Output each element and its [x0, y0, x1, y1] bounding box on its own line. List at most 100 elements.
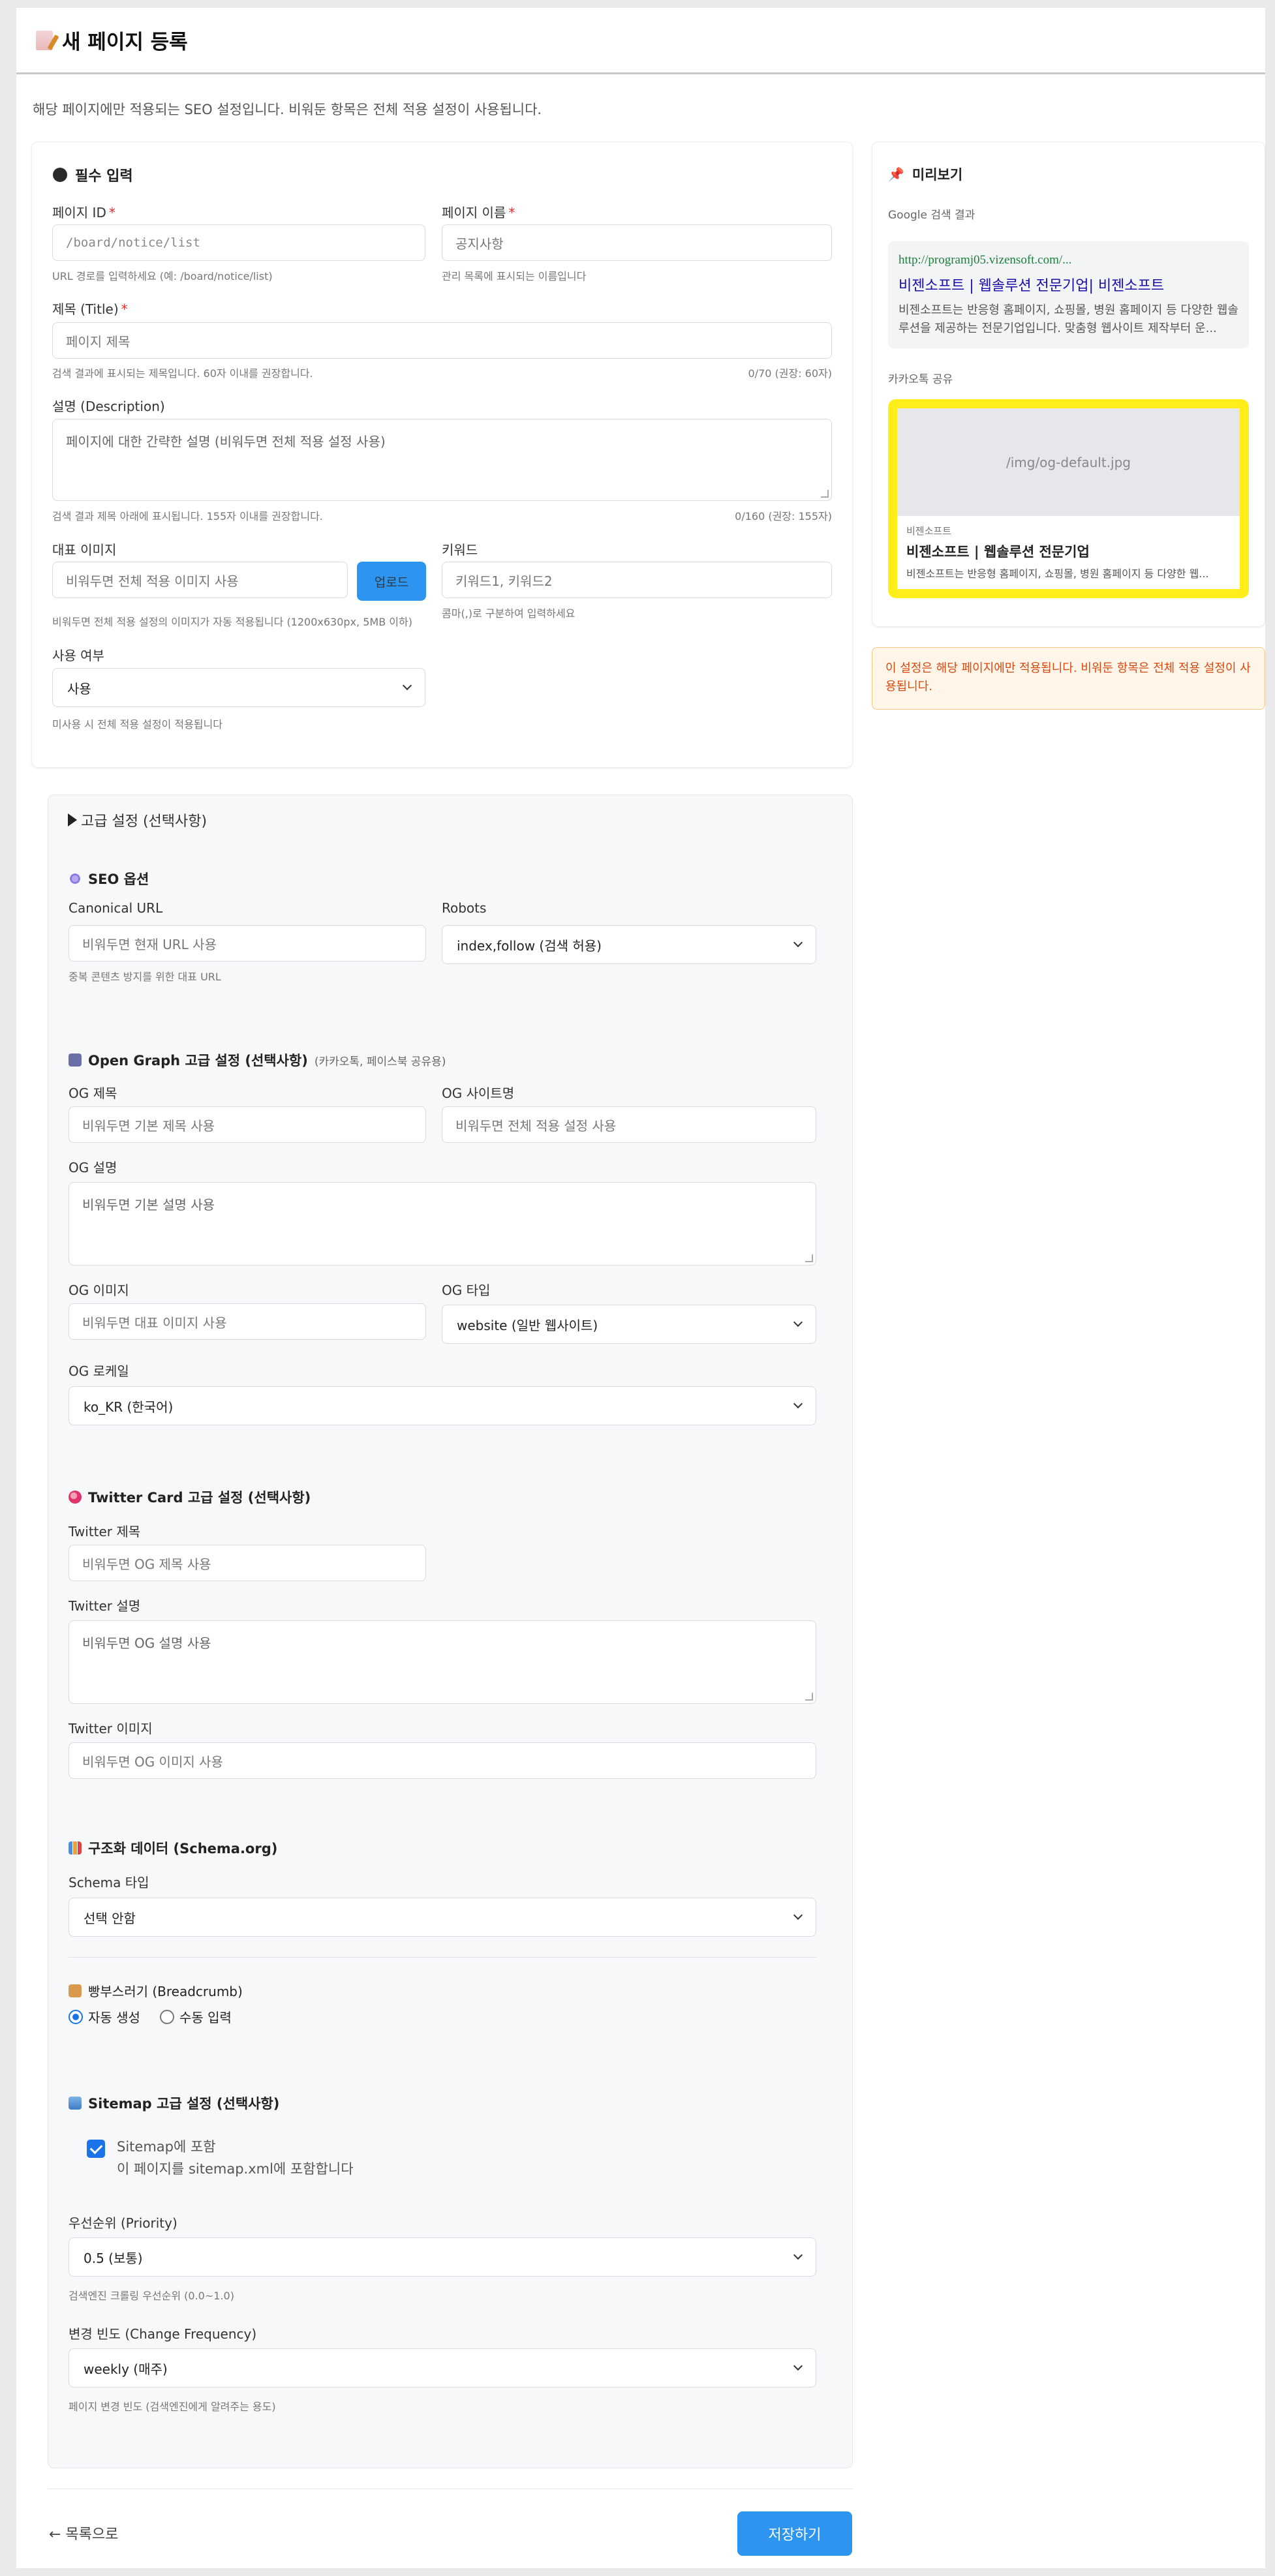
- og-type-select[interactable]: website (일반 웹사이트): [442, 1305, 816, 1344]
- og-type-label: OG 타입: [442, 1282, 491, 1298]
- sitemap-section-title: Sitemap 고급 설정 (선택사항): [69, 2093, 279, 2113]
- kakao-preview-site: 비젠소프트: [906, 525, 952, 537]
- schema-section-title: 구조화 데이터 (Schema.org): [69, 1838, 277, 1858]
- image-label: 대표 이미지: [52, 542, 117, 558]
- save-button[interactable]: 저장하기: [737, 2511, 852, 2556]
- bar-chart-icon: [69, 1841, 82, 1855]
- sitemap-include-label: Sitemap에 포함: [117, 2139, 216, 2155]
- kakao-preview-title: 비젠소프트 | 웹솔루션 전문기업: [906, 544, 1090, 560]
- chevron-down-icon: [793, 1399, 803, 1409]
- image-help: 비워두면 전체 적용 설정의 이미지가 자동 적용됩니다 (1200x630px…: [52, 616, 412, 628]
- advanced-summary-toggle[interactable]: 고급 설정 (선택사항): [68, 810, 207, 830]
- page-title: 새 페이지 등록: [36, 25, 188, 55]
- schema-divider: [69, 1957, 816, 1958]
- seo-options-title: SEO 옵션: [69, 869, 149, 888]
- canonical-label: Canonical URL: [69, 900, 163, 916]
- required-title-text: 필수 입력: [75, 168, 133, 185]
- seo-title-label: 제목 (Title) *: [52, 301, 128, 317]
- priority-select-value: 0.5 (보통): [84, 2250, 143, 2266]
- og-section-title: Open Graph 고급 설정 (선택사항) (카카오톡, 페이스북 공유용): [69, 1050, 446, 1070]
- use-select-value: 사용: [67, 680, 91, 697]
- og-locale-label: OG 로케일: [69, 1363, 129, 1379]
- breadcrumb-title: 빵부스러기 (Breadcrumb): [69, 1981, 243, 2000]
- og-image-input[interactable]: 비워두면 대표 이미지 사용: [69, 1303, 426, 1340]
- description-count: 0/160 (권장: 155자): [735, 510, 832, 523]
- chevron-down-icon: [793, 937, 803, 948]
- priority-select[interactable]: 0.5 (보통): [69, 2237, 816, 2277]
- intro-text: 해당 페이지에만 적용되는 SEO 설정입니다. 비워둔 항목은 전체 적용 설…: [33, 102, 542, 117]
- canonical-input[interactable]: 비워두면 현재 URL 사용: [69, 925, 426, 962]
- breadcrumb-manual-label: 수동 입력: [179, 2010, 232, 2025]
- page-title-text: 새 페이지 등록: [62, 31, 188, 54]
- radio-checked-icon: [69, 2009, 83, 2024]
- google-preview-desc: 비젠소프트는 반응형 홈페이지, 쇼핑몰, 병원 홈페이지 등 다양한 웹솔루션…: [899, 303, 1238, 335]
- image-input[interactable]: 비워두면 전체 적용 이미지 사용: [52, 562, 348, 598]
- twitter-desc-label: Twitter 설명: [69, 1598, 141, 1614]
- canonical-help: 중복 콘텐츠 방지를 위한 대표 URL: [69, 971, 221, 983]
- page-id-label: 페이지 ID *: [52, 205, 115, 220]
- schema-type-label: Schema 타입: [69, 1875, 149, 1890]
- google-preview-label: Google 검색 결과: [888, 209, 975, 222]
- keywords-input[interactable]: 키워드1, 키워드2: [442, 562, 832, 598]
- kakao-preview-desc: 비젠소프트는 반응형 홈페이지, 쇼핑몰, 병원 홈페이지 등 다양한 웹...: [906, 568, 1209, 580]
- description-label: 설명 (Description): [52, 399, 165, 414]
- map-icon: [69, 2097, 82, 2110]
- description-textarea[interactable]: 페이지에 대한 간략한 설명 (비워두면 전체 적용 설정 사용): [52, 419, 832, 501]
- twitter-title-input[interactable]: 비워두면 OG 제목 사용: [69, 1545, 426, 1581]
- og-site-label: OG 사이트명: [442, 1085, 515, 1101]
- preview-title: 📌 미리보기: [888, 166, 963, 183]
- page-id-input[interactable]: /board/notice/list: [52, 224, 425, 261]
- upload-button[interactable]: 업로드: [357, 562, 426, 601]
- breadcrumb-manual-radio[interactable]: 수동 입력: [160, 2007, 232, 2026]
- og-desc-textarea[interactable]: 비워두면 기본 설명 사용: [69, 1182, 816, 1265]
- og-desc-label: OG 설명: [69, 1160, 117, 1175]
- circle-icon: [53, 168, 67, 182]
- twitter-image-label: Twitter 이미지: [69, 1721, 153, 1736]
- kakao-preview-label: 카카오톡 공유: [888, 373, 953, 386]
- robots-select-value: index,follow (검색 허용): [457, 937, 602, 954]
- page-id-help: URL 경로를 입력하세요 (예: /board/notice/list): [52, 270, 273, 282]
- chevron-down-icon: [793, 2250, 803, 2260]
- book-icon: [69, 1053, 82, 1067]
- seo-title-input[interactable]: 페이지 제목: [52, 322, 832, 359]
- twitter-section-title: Twitter Card 고급 설정 (선택사항): [69, 1487, 311, 1507]
- triangle-right-icon: [68, 813, 77, 826]
- twitter-title-label: Twitter 제목: [69, 1524, 141, 1539]
- breadcrumb-auto-label: 자동 생성: [88, 2010, 140, 2025]
- page-name-input[interactable]: 공지사항: [442, 224, 832, 261]
- sitemap-include-sub: 이 페이지를 sitemap.xml에 포함합니다: [117, 2161, 354, 2177]
- use-select[interactable]: 사용: [52, 668, 425, 707]
- keywords-help: 콤마(,)로 구분하여 입력하세요: [442, 607, 576, 620]
- schema-type-select-value: 선택 안함: [84, 1910, 136, 1926]
- og-title-input[interactable]: 비워두면 기본 제목 사용: [69, 1106, 426, 1143]
- radio-unchecked-icon: [160, 2009, 174, 2024]
- changefreq-select[interactable]: weekly (매주): [69, 2348, 816, 2387]
- robots-select[interactable]: index,follow (검색 허용): [442, 925, 816, 964]
- page: 새 페이지 등록 해당 페이지에만 적용되는 SEO 설정입니다. 비워둔 항목…: [16, 8, 1265, 2568]
- priority-help: 검색엔진 크롤링 우선순위 (0.0~1.0): [69, 2290, 234, 2302]
- chevron-down-icon: [402, 680, 412, 691]
- kakao-preview: /img/og-default.jpg 비젠소프트 비젠소프트 | 웹솔루션 전…: [888, 399, 1249, 598]
- robots-label: Robots: [442, 900, 487, 916]
- og-site-input[interactable]: 비워두면 전체 적용 설정 사용: [442, 1106, 816, 1143]
- chevron-down-icon: [793, 2361, 803, 2371]
- og-locale-select-value: ko_KR (한국어): [84, 1399, 174, 1415]
- back-to-list-link[interactable]: ← 목록으로: [49, 2523, 118, 2543]
- twitter-image-input[interactable]: 비워두면 OG 이미지 사용: [69, 1742, 816, 1779]
- schema-type-select[interactable]: 선택 안함: [69, 1898, 816, 1937]
- sitemap-include-checkbox[interactable]: [87, 2140, 105, 2158]
- sparkle-icon: [69, 872, 82, 885]
- og-section-note: (카카오톡, 페이스북 공유용): [314, 1055, 446, 1068]
- google-preview-url: http://programj05.vizensoft.com/...: [899, 253, 1072, 267]
- scope-warning: 이 설정은 해당 페이지에만 적용됩니다. 비워둔 항목은 전체 적용 설정이 …: [872, 647, 1265, 710]
- priority-label: 우선순위 (Priority): [69, 2215, 177, 2231]
- use-label: 사용 여부: [52, 648, 104, 663]
- twitter-desc-textarea[interactable]: 비워두면 OG 설명 사용: [69, 1620, 816, 1704]
- og-locale-select[interactable]: ko_KR (한국어): [69, 1386, 816, 1425]
- google-preview-title: 비젠소프트 | 웹솔루션 전문기업| 비젠소프트: [899, 278, 1165, 294]
- google-preview: http://programj05.vizensoft.com/... 비젠소프…: [888, 241, 1249, 348]
- memo-icon: [36, 30, 53, 50]
- description-help: 검색 결과 제목 아래에 표시됩니다. 155자 이내를 권장합니다.: [52, 510, 323, 523]
- breadcrumb-auto-radio[interactable]: 자동 생성: [69, 2007, 140, 2026]
- seo-title-help: 검색 결과에 표시되는 제목입니다. 60자 이내를 권장합니다.: [52, 367, 313, 380]
